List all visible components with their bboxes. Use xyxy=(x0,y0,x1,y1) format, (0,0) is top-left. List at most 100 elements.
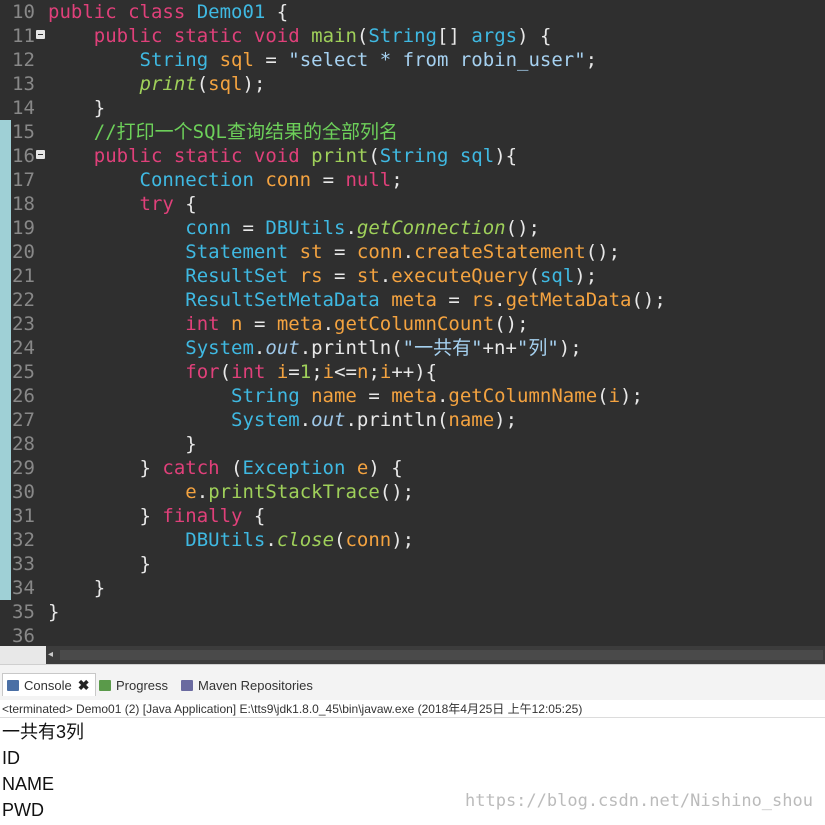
code-text: e.printStackTrace(); xyxy=(48,480,414,504)
code-line[interactable]: 20 Statement st = conn.createStatement()… xyxy=(0,240,825,264)
code-line[interactable]: 12 String sql = "select * from robin_use… xyxy=(0,48,825,72)
code-line[interactable]: 29 } catch (Exception e) { xyxy=(0,456,825,480)
line-number: 23 xyxy=(12,313,35,335)
fold-toggle-icon[interactable] xyxy=(36,150,45,159)
code-token: ); xyxy=(391,529,415,551)
console-icon xyxy=(7,679,19,691)
code-token: = xyxy=(242,313,277,335)
code-text: } xyxy=(48,96,105,120)
code-token: st xyxy=(356,265,380,287)
code-line[interactable]: 13 print(sql); xyxy=(0,72,825,96)
code-token: } xyxy=(48,601,60,623)
code-token: = xyxy=(253,49,289,71)
code-text: System.out.println(name); xyxy=(48,408,517,432)
code-line[interactable]: 34 } xyxy=(0,576,825,600)
code-token: rs xyxy=(471,289,495,311)
tab-progress[interactable]: Progress xyxy=(95,674,168,696)
code-token: main xyxy=(311,25,357,47)
code-token: getColumnName xyxy=(448,385,598,407)
scroll-left-icon[interactable]: ◂ xyxy=(48,648,53,662)
code-token: Connection xyxy=(139,169,266,191)
code-token: = xyxy=(231,217,266,239)
code-token: n xyxy=(356,361,369,383)
code-token: static xyxy=(173,25,254,47)
code-text: } xyxy=(48,576,105,600)
code-line[interactable]: 15 //打印一个SQL查询结果的全部列名 xyxy=(0,120,825,144)
code-line[interactable]: 36 xyxy=(0,624,825,646)
code-editor[interactable]: 10 public class Demo01 {11 public static … xyxy=(0,0,825,646)
code-token: meta xyxy=(276,313,323,335)
tab-label: Console xyxy=(24,677,72,693)
code-token: <= xyxy=(334,361,357,383)
code-line[interactable]: 35} xyxy=(0,600,825,624)
code-token: ( xyxy=(334,529,346,551)
code-line[interactable]: 18 try { xyxy=(0,192,825,216)
code-line[interactable]: 14 } xyxy=(0,96,825,120)
code-line[interactable]: 23 int n = meta.getColumnCount(); xyxy=(0,312,825,336)
code-token: out xyxy=(311,409,346,431)
code-line[interactable]: 21 ResultSet rs = st.executeQuery(sql); xyxy=(0,264,825,288)
watermark: https://blog.csdn.net/Nishino_shou xyxy=(465,791,813,811)
code-token: DBUtils xyxy=(265,217,346,239)
code-token: (); xyxy=(494,313,529,335)
code-token: sql xyxy=(219,49,254,71)
maven-repositories-icon xyxy=(181,679,193,691)
tab-console[interactable]: Console ✖ xyxy=(2,673,97,696)
code-text: Statement st = conn.createStatement(); xyxy=(48,240,620,264)
code-token: Statement xyxy=(185,241,300,263)
tab-maven-repositories[interactable]: Maven Repositories xyxy=(177,674,313,696)
code-token: ; xyxy=(391,169,403,191)
code-text: String sql = "select * from robin_user"; xyxy=(48,48,598,72)
code-token: . xyxy=(379,265,392,287)
code-line[interactable]: 32 DBUtils.close(conn); xyxy=(0,528,825,552)
tab-label: Progress xyxy=(116,677,169,693)
line-number: 17 xyxy=(12,169,35,191)
code-token: i xyxy=(608,385,621,407)
line-number: 31 xyxy=(12,505,35,527)
scrollbar-track[interactable] xyxy=(60,650,823,660)
code-line[interactable]: 17 Connection conn = null; xyxy=(0,168,825,192)
code-text: print(sql); xyxy=(48,72,266,96)
line-number: 26 xyxy=(12,385,35,407)
line-number: 27 xyxy=(12,409,35,431)
code-line[interactable]: 31 } finally { xyxy=(0,504,825,528)
code-line[interactable]: 19 conn = DBUtils.getConnection(); xyxy=(0,216,825,240)
code-token: null xyxy=(345,169,392,191)
code-line[interactable]: 11 public static void main(String[] args… xyxy=(0,24,825,48)
code-token: conn xyxy=(356,241,403,263)
progress-icon xyxy=(99,679,111,691)
code-line[interactable]: 10 public class Demo01 { xyxy=(0,0,825,24)
code-line[interactable]: 24 System.out.println("一共有"+n+"列"); xyxy=(0,336,825,360)
code-line[interactable]: 22 ResultSetMetaData meta = rs.getMetaDa… xyxy=(0,288,825,312)
code-line[interactable]: 16 public static void print(String sql){ xyxy=(0,144,825,168)
code-token: class xyxy=(128,1,197,23)
console-tabbar: Console ✖ Progress Maven Repositories xyxy=(0,664,825,701)
code-line[interactable]: 30 e.printStackTrace(); xyxy=(0,480,825,504)
fold-toggle-icon[interactable] xyxy=(36,30,45,39)
code-line[interactable]: 25 for(int i=1;i<=n;i++){ xyxy=(0,360,825,384)
code-line[interactable]: 26 String name = meta.getColumnName(i); xyxy=(0,384,825,408)
code-token: . xyxy=(436,385,449,407)
code-token: 1 xyxy=(299,361,312,383)
code-text: for(int i=1;i<=n;i++){ xyxy=(48,360,437,384)
line-number: 36 xyxy=(12,625,35,646)
line-number: 11 xyxy=(12,25,35,47)
code-line[interactable]: 28 } xyxy=(0,432,825,456)
code-token: conn xyxy=(265,169,312,191)
code-line[interactable]: 33 } xyxy=(0,552,825,576)
code-token: ) { xyxy=(368,457,403,479)
code-token: String xyxy=(139,49,220,71)
code-text: public static void main(String[] args) { xyxy=(48,24,552,48)
close-icon[interactable]: ✖ xyxy=(78,677,90,694)
code-text: } catch (Exception e) { xyxy=(48,456,403,480)
horizontal-scrollbar[interactable]: ◂ xyxy=(46,646,825,664)
code-token: i xyxy=(322,361,335,383)
code-line[interactable]: 27 System.out.println(name); xyxy=(0,408,825,432)
code-token: . xyxy=(345,217,357,239)
